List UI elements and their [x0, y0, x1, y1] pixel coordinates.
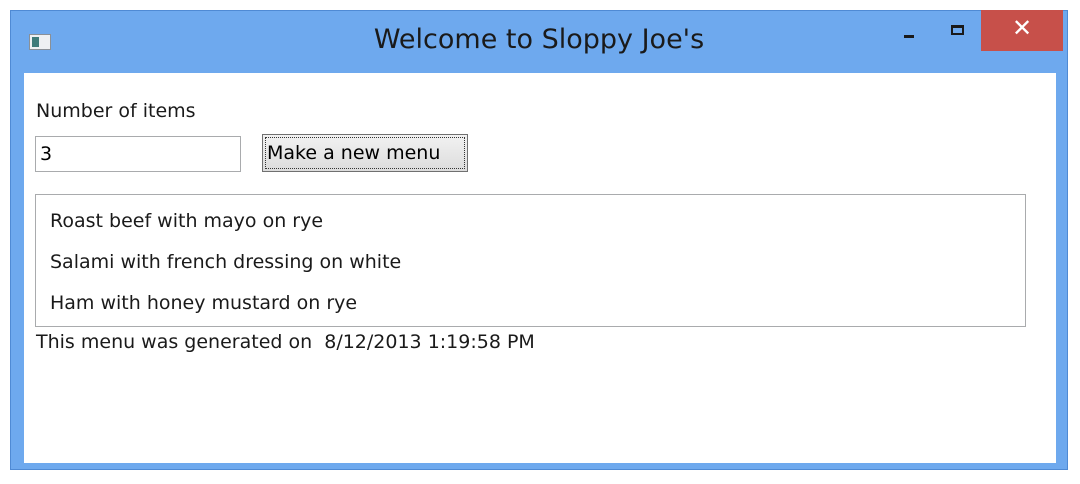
close-button[interactable]: ✕	[981, 10, 1063, 51]
list-item[interactable]: Roast beef with mayo on rye	[36, 201, 1025, 242]
make-new-menu-button[interactable]: Make a new menu	[262, 134, 468, 172]
list-item[interactable]: Ham with honey mustard on rye	[36, 283, 1025, 324]
make-new-menu-button-label: Make a new menu	[265, 137, 465, 169]
app-window: Welcome to Sloppy Joe's ✕ Number of item…	[10, 10, 1068, 470]
minimize-button[interactable]	[884, 11, 932, 51]
menu-list[interactable]: Roast beef with mayo on rye Salami with …	[35, 194, 1026, 327]
number-of-items-input[interactable]	[35, 136, 241, 172]
list-item[interactable]: Salami with french dressing on white	[36, 242, 1025, 283]
number-of-items-label: Number of items	[36, 100, 196, 122]
generated-timestamp-text: This menu was generated on 8/12/2013 1:1…	[36, 331, 535, 353]
minimize-icon	[904, 35, 914, 38]
title-bar[interactable]: Welcome to Sloppy Joe's ✕	[11, 10, 1067, 71]
maximize-button[interactable]	[933, 11, 981, 51]
maximize-icon	[951, 25, 964, 35]
close-icon: ✕	[1011, 14, 1033, 42]
client-area: Number of items Make a new menu Roast be…	[24, 73, 1056, 463]
